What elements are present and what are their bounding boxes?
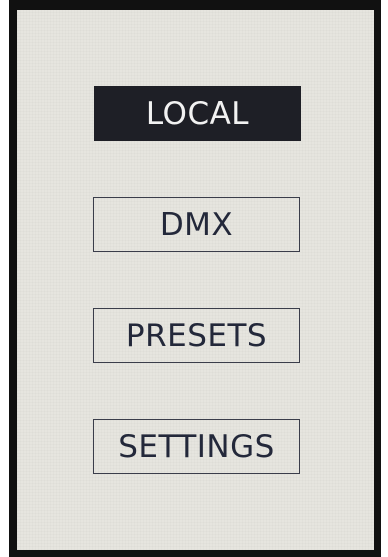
local-button[interactable]: LOCAL — [94, 86, 301, 141]
lcd-screen: LOCAL DMX PRESETS SETTINGS — [17, 10, 374, 550]
dmx-button[interactable]: DMX — [93, 197, 300, 252]
settings-button[interactable]: SETTINGS — [93, 419, 300, 474]
presets-button[interactable]: PRESETS — [93, 308, 300, 363]
